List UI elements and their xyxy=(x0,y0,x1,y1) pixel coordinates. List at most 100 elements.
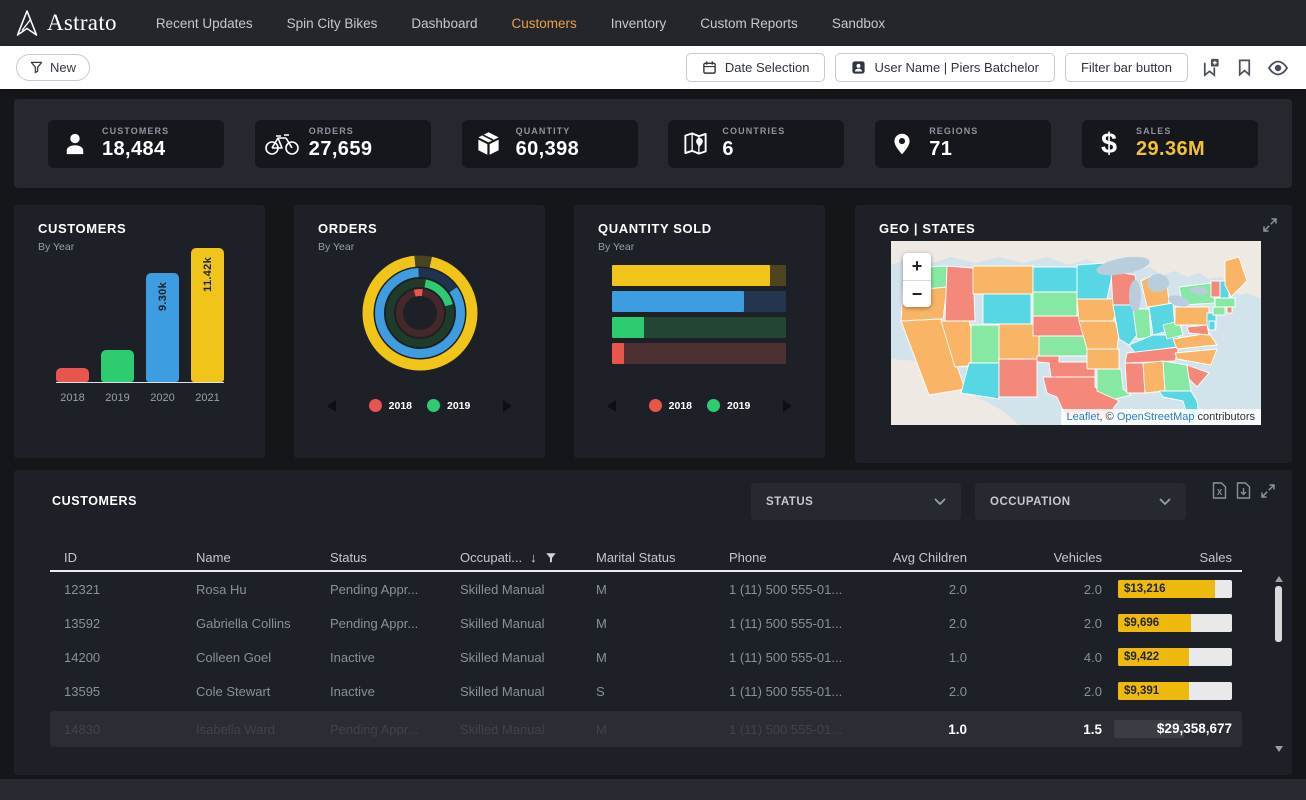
table-header-row: ID Name Status Occupati... ↓ Marital Sta… xyxy=(50,545,1242,572)
chevron-down-icon xyxy=(934,498,946,505)
orders-legend: 2018 2019 xyxy=(294,399,545,412)
kpi-countries[interactable]: COUNTRIES 6 xyxy=(668,120,844,168)
expand-icon[interactable] xyxy=(1260,483,1276,499)
svg-text:X: X xyxy=(1217,488,1223,497)
sort-desc-icon[interactable]: ↓ xyxy=(530,550,537,565)
status-filter-dropdown[interactable]: STATUS xyxy=(751,483,961,520)
col-header-sales[interactable]: Sales xyxy=(1102,550,1242,565)
kpi-label: COUNTRIES xyxy=(722,126,785,136)
bar-2020[interactable]: 9.30k xyxy=(146,273,179,382)
sales-bar: $9,422 xyxy=(1118,648,1232,666)
nav-item-inventory[interactable]: Inventory xyxy=(594,16,684,31)
nav-item-dashboard[interactable]: Dashboard xyxy=(394,16,494,31)
filter-icon[interactable] xyxy=(545,552,557,564)
kpi-band: CUSTOMERS 18,484 ORDERS 27,659 QUANTITY … xyxy=(14,99,1292,188)
user-button[interactable]: User Name | Piers Batchelor xyxy=(835,53,1055,82)
new-filter-button[interactable]: New xyxy=(16,54,90,81)
funnel-icon xyxy=(30,61,43,74)
sales-bar: $9,391 xyxy=(1118,682,1232,700)
table-row[interactable]: 13595Cole StewartInactiveSkilled ManualS… xyxy=(50,674,1242,708)
brand-logo[interactable]: Astrato xyxy=(14,9,117,37)
kpi-quantity[interactable]: QUANTITY 60,398 xyxy=(462,120,638,168)
cell-marital: M xyxy=(582,616,715,631)
legend-next-arrow[interactable] xyxy=(783,400,792,412)
legend-label: 2018 xyxy=(669,400,692,412)
table-row[interactable]: 12321Rosa HuPending Appr...Skilled Manua… xyxy=(50,572,1242,606)
expand-icon[interactable] xyxy=(1262,217,1278,238)
legend-dot xyxy=(427,399,440,412)
cell-children: 1.0 xyxy=(867,650,967,665)
scroll-down-arrow[interactable] xyxy=(1275,746,1283,752)
dollar-icon: $ xyxy=(1082,129,1136,159)
col-header-marital[interactable]: Marital Status xyxy=(582,550,715,565)
document-export-icon[interactable] xyxy=(1236,482,1251,499)
nav-item-custom-reports[interactable]: Custom Reports xyxy=(683,16,815,31)
legend-label: 2019 xyxy=(447,400,470,412)
cell-status: Pending Appr... xyxy=(316,616,446,631)
col-header-id[interactable]: ID xyxy=(50,550,182,565)
legend-item-2018[interactable]: 2018 xyxy=(369,399,412,412)
hbar-2018[interactable] xyxy=(612,343,786,364)
us-states-map[interactable]: + − Leaflet, © OpenStreetMap contributor… xyxy=(891,241,1261,425)
totals-children: 1.0 xyxy=(867,722,967,737)
hbar-2020[interactable] xyxy=(612,291,786,312)
scrollbar-thumb[interactable] xyxy=(1275,586,1282,642)
bar-value-label: 11.42k xyxy=(202,257,214,292)
kpi-customers[interactable]: CUSTOMERS 18,484 xyxy=(48,120,224,168)
hbar-fill-2021 xyxy=(612,265,770,286)
table-row[interactable]: 13592Gabriella CollinsPending Appr...Ski… xyxy=(50,606,1242,640)
excel-export-icon[interactable]: X xyxy=(1212,482,1227,499)
nav-item-recent-updates[interactable]: Recent Updates xyxy=(139,16,270,31)
col-header-phone[interactable]: Phone xyxy=(715,550,867,565)
attribution-text: , © xyxy=(1100,411,1117,423)
table-row[interactable]: 14200Colleen GoelInactiveSkilled ManualM… xyxy=(50,640,1242,674)
footer-strip xyxy=(0,779,1306,800)
col-header-status[interactable]: Status xyxy=(316,550,446,565)
col-header-vehicles[interactable]: Vehicles xyxy=(967,550,1102,565)
bar-2018[interactable] xyxy=(56,368,89,382)
openstreetmap-link[interactable]: OpenStreetMap xyxy=(1117,411,1195,423)
customers-bar-plot: 9.30k 11.42k xyxy=(56,243,224,383)
cell-status: Pending Appr... xyxy=(316,582,446,597)
hbar-2021[interactable] xyxy=(612,265,786,286)
hbar-2019[interactable] xyxy=(612,317,786,338)
cell-phone: 1 (11) 500 555-01... xyxy=(715,684,867,699)
kpi-regions[interactable]: REGIONS 71 xyxy=(875,120,1051,168)
eye-icon[interactable] xyxy=(1266,56,1290,80)
legend-prev-arrow[interactable] xyxy=(607,400,616,412)
leaflet-link[interactable]: Leaflet xyxy=(1067,411,1100,423)
cell-vehicles: 2.0 xyxy=(967,684,1102,699)
col-header-children[interactable]: Avg Children xyxy=(867,550,967,565)
nav-item-customers[interactable]: Customers xyxy=(494,16,593,31)
map-svg xyxy=(891,241,1261,425)
scroll-up-arrow[interactable] xyxy=(1275,576,1283,582)
bar-2021[interactable]: 11.42k xyxy=(191,248,224,382)
kpi-orders[interactable]: ORDERS 27,659 xyxy=(255,120,431,168)
zoom-in-button[interactable]: + xyxy=(903,253,931,280)
col-header-occupation[interactable]: Occupati... ↓ xyxy=(446,550,582,565)
attribution-text: contributors xyxy=(1194,411,1255,423)
cell-phone: 1 (11) 500 555-01... xyxy=(715,616,867,631)
chart-subtitle: By Year xyxy=(598,241,634,253)
legend-item-2019[interactable]: 2019 xyxy=(427,399,470,412)
bookmark-add-icon[interactable] xyxy=(1198,56,1222,80)
table-scrollbar[interactable] xyxy=(1274,576,1283,752)
occupation-filter-dropdown[interactable]: OCCUPATION xyxy=(975,483,1186,520)
table-body: 12321Rosa HuPending Appr...Skilled Manua… xyxy=(50,572,1242,708)
nav-item-spin-city-bikes[interactable]: Spin City Bikes xyxy=(270,16,395,31)
svg-text:$: $ xyxy=(1101,129,1117,159)
legend-item-2019[interactable]: 2019 xyxy=(707,399,750,412)
zoom-out-button[interactable]: − xyxy=(903,280,931,307)
sales-bar-fill: $13,216 xyxy=(1118,580,1215,598)
date-selection-button[interactable]: Date Selection xyxy=(686,53,826,82)
nav-item-sandbox[interactable]: Sandbox xyxy=(815,16,902,31)
legend-next-arrow[interactable] xyxy=(503,400,512,412)
legend-prev-arrow[interactable] xyxy=(327,400,336,412)
bar-2019[interactable] xyxy=(101,350,134,382)
col-header-name[interactable]: Name xyxy=(182,550,316,565)
legend-item-2018[interactable]: 2018 xyxy=(649,399,692,412)
donut-ring-2019[interactable] xyxy=(385,278,455,348)
filter-bar-button[interactable]: Filter bar button xyxy=(1065,53,1188,82)
bookmark-icon[interactable] xyxy=(1232,56,1256,80)
kpi-sales[interactable]: $ SALES 29.36M xyxy=(1082,120,1258,168)
